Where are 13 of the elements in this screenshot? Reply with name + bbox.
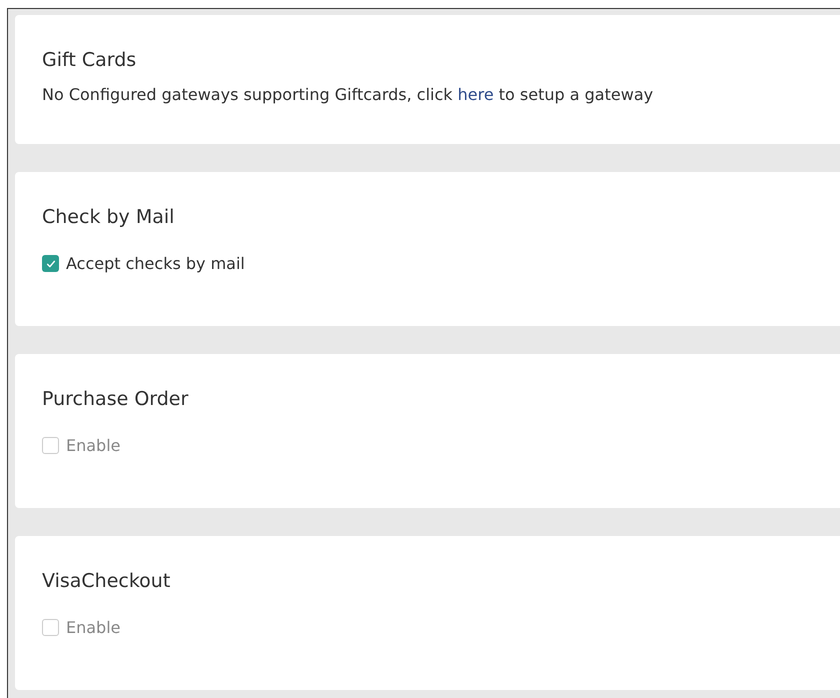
check-icon — [44, 258, 56, 270]
checkbox[interactable] — [42, 437, 59, 454]
info-message: No Configured gateways supporting Giftcards, click here to setup a gateway — [42, 85, 654, 104]
section-title: Purchase Order — [42, 388, 188, 410]
checkbox[interactable] — [42, 255, 59, 272]
checkbox-label: Accept checks by mail — [66, 254, 245, 273]
section-title: Check by Mail — [42, 206, 174, 228]
setup-link[interactable]: here — [458, 85, 494, 104]
section-title: Gift Cards — [42, 49, 136, 71]
section-title: VisaCheckout — [42, 570, 170, 592]
checkbox[interactable] — [42, 619, 59, 636]
checkbox-label: Enable — [66, 618, 120, 637]
checkbox-label: Enable — [66, 436, 120, 455]
